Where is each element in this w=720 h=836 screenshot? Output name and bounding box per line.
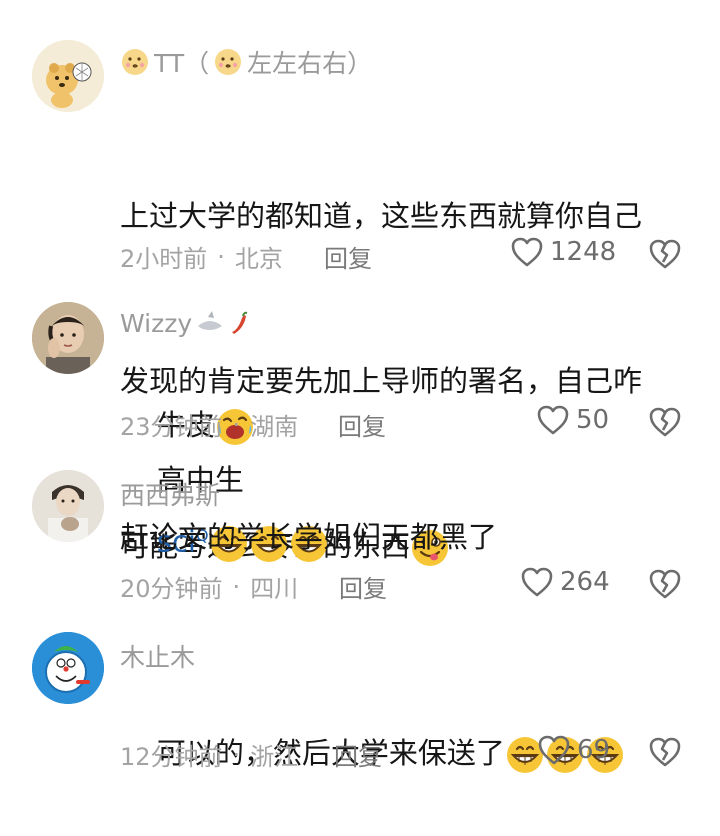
location: 四川 bbox=[250, 575, 299, 603]
username[interactable]: 木止木 bbox=[120, 638, 195, 674]
location: 北京 bbox=[234, 245, 283, 273]
like-count: 50 bbox=[576, 405, 610, 435]
dislike-button[interactable] bbox=[648, 406, 682, 438]
heart-icon bbox=[536, 404, 570, 436]
reply-button[interactable]: 回复 bbox=[339, 569, 387, 604]
avatar[interactable] bbox=[32, 632, 104, 704]
comment-meta: 12分钟前 · 浙江 bbox=[120, 737, 298, 772]
avatar[interactable] bbox=[32, 470, 104, 542]
shark-and-chili-emoji bbox=[196, 308, 252, 338]
heart-icon bbox=[520, 566, 554, 598]
like-button[interactable]: 264 bbox=[520, 566, 610, 598]
meta-dot: · bbox=[232, 572, 241, 601]
dislike-button[interactable] bbox=[648, 736, 682, 768]
reply-button[interactable]: 回复 bbox=[338, 407, 386, 442]
broken-heart-icon bbox=[648, 568, 682, 600]
comment-text: 赶论文的学长学姐们天都黑了 bbox=[120, 520, 498, 554]
broken-heart-icon bbox=[648, 736, 682, 768]
username[interactable]: Wizzy bbox=[120, 308, 252, 338]
location: 浙江 bbox=[250, 743, 299, 771]
like-button[interactable]: 1248 bbox=[510, 236, 616, 268]
meta-dot: · bbox=[232, 740, 241, 769]
timestamp: 12分钟前 bbox=[120, 743, 223, 771]
comment-meta: 20分钟前 · 四川 bbox=[120, 569, 298, 604]
broken-heart-icon bbox=[648, 238, 682, 270]
dislike-button[interactable] bbox=[648, 238, 682, 270]
avatar[interactable] bbox=[32, 40, 104, 112]
like-button[interactable]: 69 bbox=[537, 734, 610, 766]
kissing-face-emoji bbox=[120, 47, 150, 77]
reply-button[interactable]: 回复 bbox=[324, 239, 372, 274]
like-count: 264 bbox=[560, 567, 610, 597]
heart-icon bbox=[537, 734, 571, 766]
timestamp: 2小时前 bbox=[120, 245, 208, 273]
username[interactable]: 西西弗斯 bbox=[120, 476, 220, 512]
comment-meta: 23分钟前 · 湖南 bbox=[120, 407, 298, 442]
comment-meta: 2小时前 · 北京 bbox=[120, 239, 283, 274]
broken-heart-icon bbox=[648, 406, 682, 438]
timestamp: 23分钟前 bbox=[120, 413, 223, 441]
dislike-button[interactable] bbox=[648, 568, 682, 600]
reply-button[interactable]: 回复 bbox=[334, 737, 382, 772]
timestamp: 20分钟前 bbox=[120, 575, 223, 603]
kissing-face-emoji bbox=[213, 47, 243, 77]
like-button[interactable]: 50 bbox=[536, 404, 609, 436]
username[interactable]: TT（ 左左右右） bbox=[120, 44, 372, 80]
like-count: 1248 bbox=[550, 237, 617, 267]
like-count: 69 bbox=[577, 735, 611, 765]
heart-icon bbox=[510, 236, 544, 268]
avatar[interactable] bbox=[32, 302, 104, 374]
meta-dot: · bbox=[217, 242, 225, 271]
location: 湖南 bbox=[250, 413, 299, 441]
meta-dot: · bbox=[232, 410, 241, 439]
